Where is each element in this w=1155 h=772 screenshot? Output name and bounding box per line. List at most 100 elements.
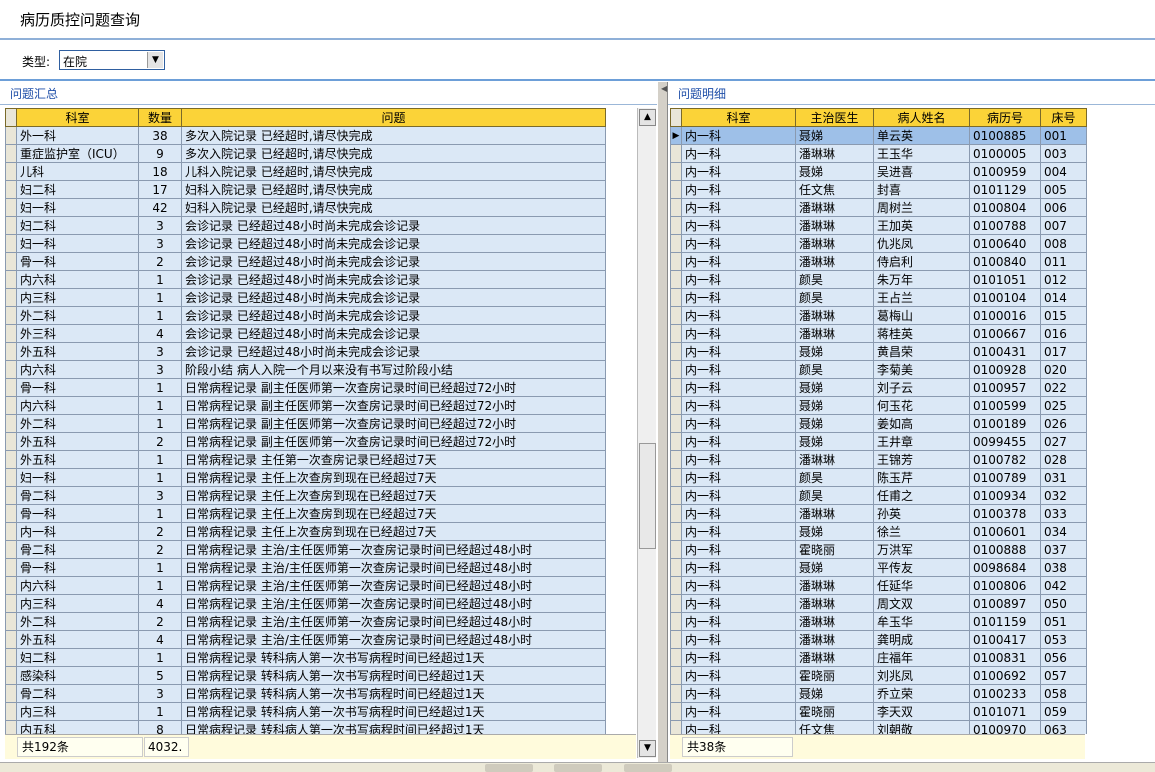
row-indicator[interactable] <box>670 432 682 451</box>
column-header-count[interactable]: 数量 <box>138 108 182 127</box>
row-indicator[interactable] <box>670 162 682 181</box>
table-row[interactable]: 内一科 潘琳琳 王锦芳 0100782 028 <box>670 450 1087 469</box>
row-indicator[interactable] <box>670 450 682 469</box>
table-row[interactable]: 妇一科 1 日常病程记录 主任上次查房到现在已经超过7天 <box>5 468 606 487</box>
row-indicator[interactable] <box>5 360 17 379</box>
row-indicator[interactable] <box>670 594 682 613</box>
table-row[interactable]: 外二科 1 日常病程记录 副主任医师第一次查房记录时间已经超过72小时 <box>5 414 606 433</box>
table-row[interactable]: 骨二科 2 日常病程记录 主治/主任医师第一次查房记录时间已经超过48小时 <box>5 540 606 559</box>
type-select[interactable]: 在院 ▼ <box>59 50 165 70</box>
table-row[interactable]: 内一科 聂娣 平传友 0098684 038 <box>670 558 1087 577</box>
row-indicator[interactable] <box>5 450 17 469</box>
row-indicator[interactable] <box>5 234 17 253</box>
row-indicator[interactable] <box>5 684 17 703</box>
row-indicator[interactable] <box>670 612 682 631</box>
row-indicator[interactable] <box>670 252 682 271</box>
row-indicator[interactable] <box>5 540 17 559</box>
row-indicator[interactable] <box>5 396 17 415</box>
table-row[interactable]: 内一科 颜昊 任甫之 0100934 032 <box>670 486 1087 505</box>
table-row[interactable]: 内一科 潘琳琳 任延华 0100806 042 <box>670 576 1087 595</box>
row-indicator[interactable] <box>670 270 682 289</box>
row-indicator[interactable] <box>5 216 17 235</box>
table-row[interactable]: 内六科 1 日常病程记录 主治/主任医师第一次查房记录时间已经超过48小时 <box>5 576 606 595</box>
row-indicator[interactable] <box>5 288 17 307</box>
row-indicator[interactable] <box>670 288 682 307</box>
row-indicator[interactable] <box>5 378 17 397</box>
table-row[interactable]: 骨二科 3 日常病程记录 转科病人第一次书写病程时间已经超过1天 <box>5 684 606 703</box>
table-row[interactable]: 外五科 2 日常病程记录 副主任医师第一次查房记录时间已经超过72小时 <box>5 432 606 451</box>
row-indicator[interactable] <box>5 648 17 667</box>
table-row[interactable]: 骨二科 3 日常病程记录 主任上次查房到现在已经超过7天 <box>5 486 606 505</box>
table-row[interactable]: 内一科 任文焦 封喜 0101129 005 <box>670 180 1087 199</box>
row-indicator[interactable] <box>5 252 17 271</box>
table-row[interactable]: 内一科 潘琳琳 龚明成 0100417 053 <box>670 630 1087 649</box>
row-indicator[interactable] <box>5 468 17 487</box>
row-indicator[interactable] <box>5 324 17 343</box>
row-indicator[interactable] <box>670 378 682 397</box>
table-row[interactable]: 内一科 潘琳琳 周文双 0100897 050 <box>670 594 1087 613</box>
table-row[interactable]: 妇二科 1 日常病程记录 转科病人第一次书写病程时间已经超过1天 <box>5 648 606 667</box>
row-indicator[interactable] <box>5 486 17 505</box>
chevron-down-icon[interactable]: ▼ <box>147 52 163 68</box>
table-row[interactable]: 内一科 聂娣 徐兰 0100601 034 <box>670 522 1087 541</box>
table-row[interactable]: 内六科 1 日常病程记录 副主任医师第一次查房记录时间已经超过72小时 <box>5 396 606 415</box>
row-indicator[interactable] <box>5 144 17 163</box>
row-indicator[interactable] <box>670 180 682 199</box>
scroll-thumb[interactable] <box>639 443 656 549</box>
current-row-arrow-icon[interactable]: ▶ <box>670 126 682 145</box>
table-row[interactable]: 内一科 潘琳琳 王加英 0100788 007 <box>670 216 1087 235</box>
row-indicator[interactable] <box>5 666 17 685</box>
row-indicator[interactable] <box>5 162 17 181</box>
table-row[interactable]: 内一科 聂娣 吴进喜 0100959 004 <box>670 162 1087 181</box>
collapse-left-icon[interactable]: ◀ <box>661 84 667 93</box>
row-indicator[interactable] <box>5 180 17 199</box>
table-row[interactable]: 内三科 4 日常病程记录 主治/主任医师第一次查房记录时间已经超过48小时 <box>5 594 606 613</box>
table-row[interactable]: 骨一科 1 日常病程记录 主任上次查房到现在已经超过7天 <box>5 504 606 523</box>
row-indicator[interactable] <box>670 504 682 523</box>
row-indicator[interactable] <box>5 126 17 145</box>
table-row[interactable]: 内一科 潘琳琳 蒋桂英 0100667 016 <box>670 324 1087 343</box>
row-indicator[interactable] <box>670 558 682 577</box>
table-row[interactable]: 内一科 聂娣 姜如高 0100189 026 <box>670 414 1087 433</box>
table-row[interactable]: 内六科 3 阶段小结 病人入院一个月以来没有书写过阶段小结 <box>5 360 606 379</box>
table-row[interactable]: 内一科 霍晓丽 万洪军 0100888 037 <box>670 540 1087 559</box>
table-row[interactable]: 内一科 潘琳琳 王玉华 0100005 003 <box>670 144 1087 163</box>
table-row[interactable]: 外二科 1 会诊记录 已经超过48小时尚未完成会诊记录 <box>5 306 606 325</box>
table-row[interactable]: 妇二科 3 会诊记录 已经超过48小时尚未完成会诊记录 <box>5 216 606 235</box>
table-row[interactable]: 内三科 1 日常病程记录 转科病人第一次书写病程时间已经超过1天 <box>5 702 606 721</box>
table-row[interactable]: 妇一科 3 会诊记录 已经超过48小时尚未完成会诊记录 <box>5 234 606 253</box>
row-indicator[interactable] <box>5 522 17 541</box>
row-indicator[interactable] <box>670 702 682 721</box>
row-indicator[interactable] <box>5 342 17 361</box>
row-indicator[interactable] <box>670 720 682 734</box>
row-indicator[interactable] <box>5 720 17 734</box>
table-row[interactable]: 外五科 3 会诊记录 已经超过48小时尚未完成会诊记录 <box>5 342 606 361</box>
table-row[interactable]: 外二科 2 日常病程记录 主治/主任医师第一次查房记录时间已经超过48小时 <box>5 612 606 631</box>
table-row[interactable]: 内三科 1 会诊记录 已经超过48小时尚未完成会诊记录 <box>5 288 606 307</box>
scroll-down-icon[interactable]: ▼ <box>639 740 656 757</box>
table-row[interactable]: 感染科 5 日常病程记录 转科病人第一次书写病程时间已经超过1天 <box>5 666 606 685</box>
row-indicator[interactable] <box>670 216 682 235</box>
row-indicator[interactable] <box>5 432 17 451</box>
row-indicator[interactable] <box>670 630 682 649</box>
summary-scrollbar[interactable]: ▲ ▼ <box>637 108 656 758</box>
table-row[interactable]: 内一科 潘琳琳 仇兆凤 0100640 008 <box>670 234 1087 253</box>
table-row[interactable]: 内五科 8 日常病程记录 转科病人第一次书写病程时间已经超过1天 <box>5 720 606 734</box>
table-row[interactable]: 内一科 潘琳琳 孙英 0100378 033 <box>670 504 1087 523</box>
table-row[interactable]: ▶ 内一科 聂娣 单云英 0100885 001 <box>670 126 1087 145</box>
table-row[interactable]: 内一科 聂娣 刘子云 0100957 022 <box>670 378 1087 397</box>
table-row[interactable]: 内一科 潘琳琳 周树兰 0100804 006 <box>670 198 1087 217</box>
row-indicator[interactable] <box>5 612 17 631</box>
row-indicator[interactable] <box>670 360 682 379</box>
column-header-dept[interactable]: 科室 <box>681 108 796 127</box>
table-row[interactable]: 内一科 潘琳琳 葛梅山 0100016 015 <box>670 306 1087 325</box>
table-row[interactable]: 外五科 1 日常病程记录 主任第一次查房记录已经超过7天 <box>5 450 606 469</box>
table-row[interactable]: 内一科 潘琳琳 庄福年 0100831 056 <box>670 648 1087 667</box>
row-indicator[interactable] <box>670 648 682 667</box>
row-indicator[interactable] <box>5 594 17 613</box>
row-indicator[interactable] <box>670 576 682 595</box>
table-row[interactable]: 外三科 4 会诊记录 已经超过48小时尚未完成会诊记录 <box>5 324 606 343</box>
row-indicator[interactable] <box>5 576 17 595</box>
row-indicator[interactable] <box>670 540 682 559</box>
table-row[interactable]: 内一科 任文焦 刘朝敬 0100970 063 <box>670 720 1087 734</box>
